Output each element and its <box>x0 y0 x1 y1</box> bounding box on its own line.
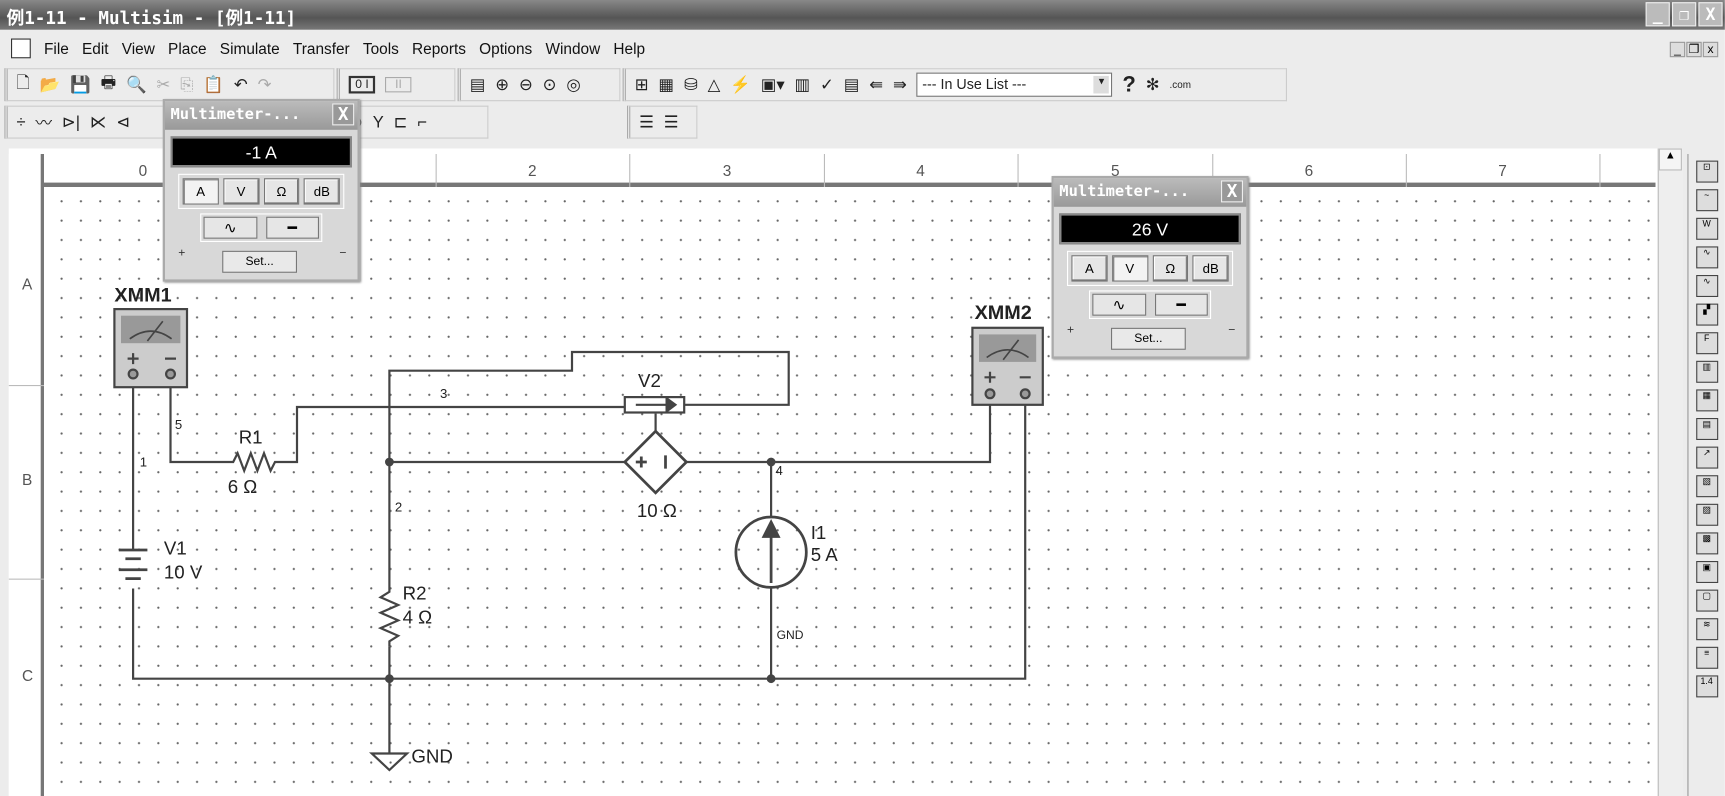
multimeter2-display: 26 V <box>1059 213 1241 245</box>
word-generator-icon[interactable]: ▥ <box>1695 360 1718 383</box>
mode-ammeter-button[interactable]: A <box>182 178 219 205</box>
r2-name: R2 <box>403 582 427 603</box>
v2-current-sensor[interactable] <box>623 396 686 414</box>
mode-ohmmeter-button[interactable]: Ω <box>263 178 300 205</box>
r1-resistor[interactable] <box>225 450 281 474</box>
bode-plotter-icon[interactable]: ▞ <box>1695 303 1718 326</box>
i1-current-source[interactable] <box>734 515 808 589</box>
wattmeter-icon[interactable]: W <box>1695 217 1718 240</box>
gnd-net-label: GND <box>777 628 804 642</box>
current-probe-icon[interactable]: 1.4 <box>1695 675 1718 698</box>
xmm1-symbol[interactable] <box>113 308 189 389</box>
v1-value: 10 V <box>164 562 203 583</box>
multimeter1-window[interactable]: Multimeter-... X -1 A A V Ω dB ∿ ━ + Set..… <box>162 99 360 282</box>
spectrum-analyzer-icon[interactable]: ▨ <box>1695 503 1718 526</box>
doc-restore-button[interactable]: ❐ <box>1686 41 1702 58</box>
logic-analyzer-icon[interactable]: ▦ <box>1695 389 1718 412</box>
gnd-label: GND <box>411 745 453 766</box>
r2-value: 4 Ω <box>403 607 433 628</box>
mode-ammeter-button[interactable]: A <box>1071 255 1108 282</box>
doc-minimize-button[interactable]: _ <box>1669 41 1686 58</box>
v2-name: V2 <box>638 370 661 391</box>
set-button[interactable]: Set... <box>1111 327 1186 350</box>
logic-converter-icon[interactable]: ▤ <box>1695 418 1718 440</box>
i1-value: 5 A <box>811 544 839 565</box>
document-controls: _ ❐ x <box>1669 41 1719 58</box>
negative-terminal: − <box>339 246 347 260</box>
dc-line-icon[interactable]: ━ <box>265 216 319 239</box>
net-label: 5 <box>175 417 182 432</box>
ac-sine-icon[interactable]: ∿ <box>203 216 257 239</box>
net-label: 3 <box>440 386 447 401</box>
four-channel-scope-icon[interactable]: ∿ <box>1695 275 1718 297</box>
junctions <box>385 457 776 684</box>
net-label: 4 <box>776 463 783 478</box>
wires <box>132 350 1027 754</box>
dc-line-icon[interactable]: ━ <box>1154 293 1208 316</box>
tektronix-icon[interactable]: ▢ <box>1695 589 1718 612</box>
agilent-icon[interactable]: ▣ <box>1695 561 1718 583</box>
multimeter1-title: Multimeter-... <box>170 105 301 124</box>
multimeter2-window[interactable]: Multimeter-... X 26 V A V Ω dB ∿ ━ + Set..… <box>1051 176 1249 359</box>
xmm2-symbol[interactable] <box>971 326 1044 406</box>
doc-close-button[interactable]: x <box>1702 41 1719 58</box>
measurement-probe-icon[interactable]: ≋ <box>1695 618 1718 641</box>
close-icon[interactable]: X <box>1221 180 1243 203</box>
positive-terminal: + <box>178 246 186 260</box>
multimeter-instrument-icon[interactable]: ⊡ <box>1695 160 1718 183</box>
v2-value: 10 Ω <box>637 500 677 521</box>
mode-ohmmeter-button[interactable]: Ω <box>1152 255 1189 282</box>
restore-button[interactable]: ❐ <box>1672 2 1697 27</box>
mode-db-button[interactable]: dB <box>1192 255 1229 282</box>
net-label: 1 <box>140 454 147 469</box>
iv-analyzer-icon[interactable]: ↗ <box>1695 446 1718 469</box>
net-label: 2 <box>395 499 402 514</box>
close-icon[interactable]: X <box>332 103 355 126</box>
dependent-source[interactable] <box>622 429 689 495</box>
ground-symbol <box>369 752 410 772</box>
vertical-scrollbar[interactable]: ▲ <box>1657 148 1683 796</box>
multimeter1-display: -1 A <box>170 136 352 168</box>
oscilloscope-icon[interactable]: ∿ <box>1695 246 1718 269</box>
function-generator-icon[interactable]: ~ <box>1695 189 1718 212</box>
mode-db-button[interactable]: dB <box>303 178 340 205</box>
scroll-up-icon[interactable]: ▲ <box>1658 148 1682 171</box>
distortion-analyzer-icon[interactable]: ▧ <box>1695 475 1718 498</box>
i1-name: I1 <box>811 522 827 543</box>
r1-value: 6 Ω <box>228 476 258 497</box>
r2-resistor[interactable] <box>377 583 401 647</box>
mode-voltmeter-button[interactable]: V <box>223 178 260 205</box>
multimeter1-titlebar[interactable]: Multimeter-... X <box>165 101 358 130</box>
network-analyzer-icon[interactable]: ▩ <box>1695 532 1718 555</box>
v1-battery[interactable] <box>118 548 148 580</box>
labview-icon[interactable]: ≡ <box>1695 646 1718 669</box>
multisim-window: 例1-11 - Multisim - [例1-11] _ ❐ X File Ed… <box>0 0 1725 796</box>
multimeter2-title: Multimeter-... <box>1059 182 1190 201</box>
xmm1-label: XMM1 <box>114 284 171 306</box>
set-button[interactable]: Set... <box>222 250 297 273</box>
positive-terminal: + <box>1067 323 1075 337</box>
v1-name: V1 <box>164 537 187 558</box>
frequency-counter-icon[interactable]: F <box>1695 332 1718 355</box>
close-button[interactable]: X <box>1698 2 1723 27</box>
mode-voltmeter-button[interactable]: V <box>1111 255 1148 282</box>
negative-terminal: − <box>1228 323 1236 337</box>
r1-name: R1 <box>239 426 263 447</box>
ac-sine-icon[interactable]: ∿ <box>1092 293 1146 316</box>
instruments-toolbar: ⊡ ~ W ∿ ∿ ▞ F ▥ ▦ ▤ ↗ ▧ ▨ ▩ ▣ ▢ ≋ ≡ 1.4 <box>1687 154 1724 796</box>
multimeter2-titlebar[interactable]: Multimeter-... X <box>1053 178 1247 207</box>
xmm2-label: XMM2 <box>975 302 1032 324</box>
